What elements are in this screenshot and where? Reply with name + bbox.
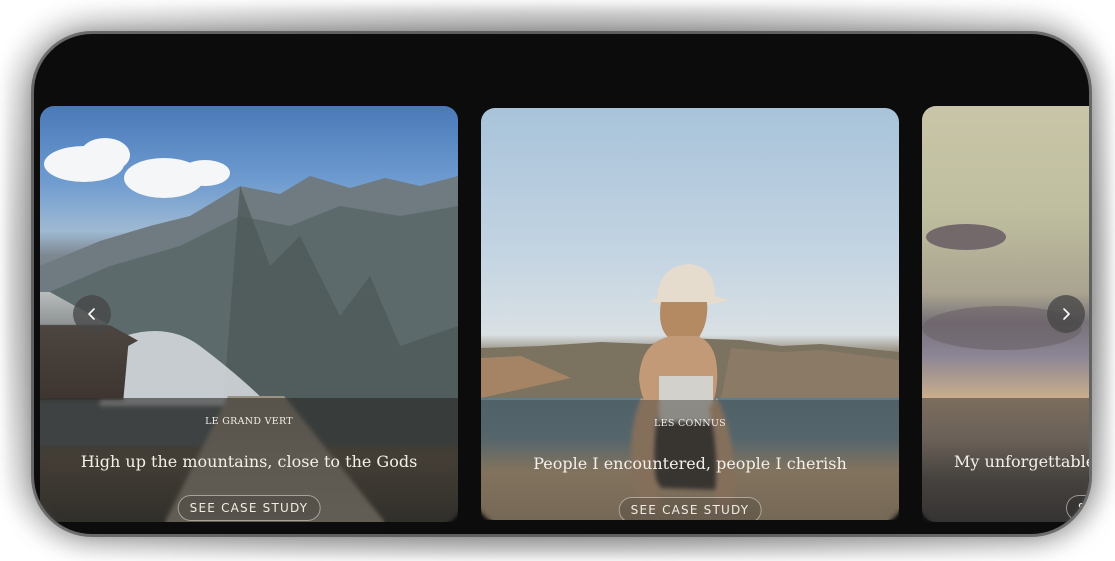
case-study-card-les-connus[interactable]: LES CONNUS People I encountered, people … (481, 108, 899, 520)
card-eyebrow: LE GRAND VERT (205, 416, 293, 427)
chevron-right-icon (1063, 308, 1070, 320)
card-headline: My unforgettable s (954, 452, 1089, 471)
card-caption-panel: LES CONNUS People I encountered, people … (481, 400, 899, 520)
cloud-shape (926, 224, 1006, 250)
see-case-study-button[interactable]: S (1066, 495, 1089, 521)
cloud-shape (80, 138, 130, 172)
card-headline: High up the mountains, close to the Gods (80, 452, 418, 471)
card-caption-panel: LE GRAND VERT High up the mountains, clo… (40, 398, 458, 522)
card-caption-panel: My unforgettable s S (922, 398, 1089, 522)
see-case-study-button[interactable]: SEE CASE STUDY (177, 495, 321, 521)
card-eyebrow: LES CONNUS (654, 418, 726, 429)
see-case-study-button[interactable]: SEE CASE STUDY (618, 497, 762, 520)
carousel-prev-button[interactable] (73, 295, 111, 333)
chevron-left-icon (88, 308, 95, 320)
carousel-frame: LE GRAND VERT High up the mountains, clo… (34, 34, 1089, 534)
carousel-next-button[interactable] (1047, 295, 1085, 333)
cloud-shape (180, 160, 230, 186)
card-headline: People I encountered, people I cherish (533, 454, 847, 473)
